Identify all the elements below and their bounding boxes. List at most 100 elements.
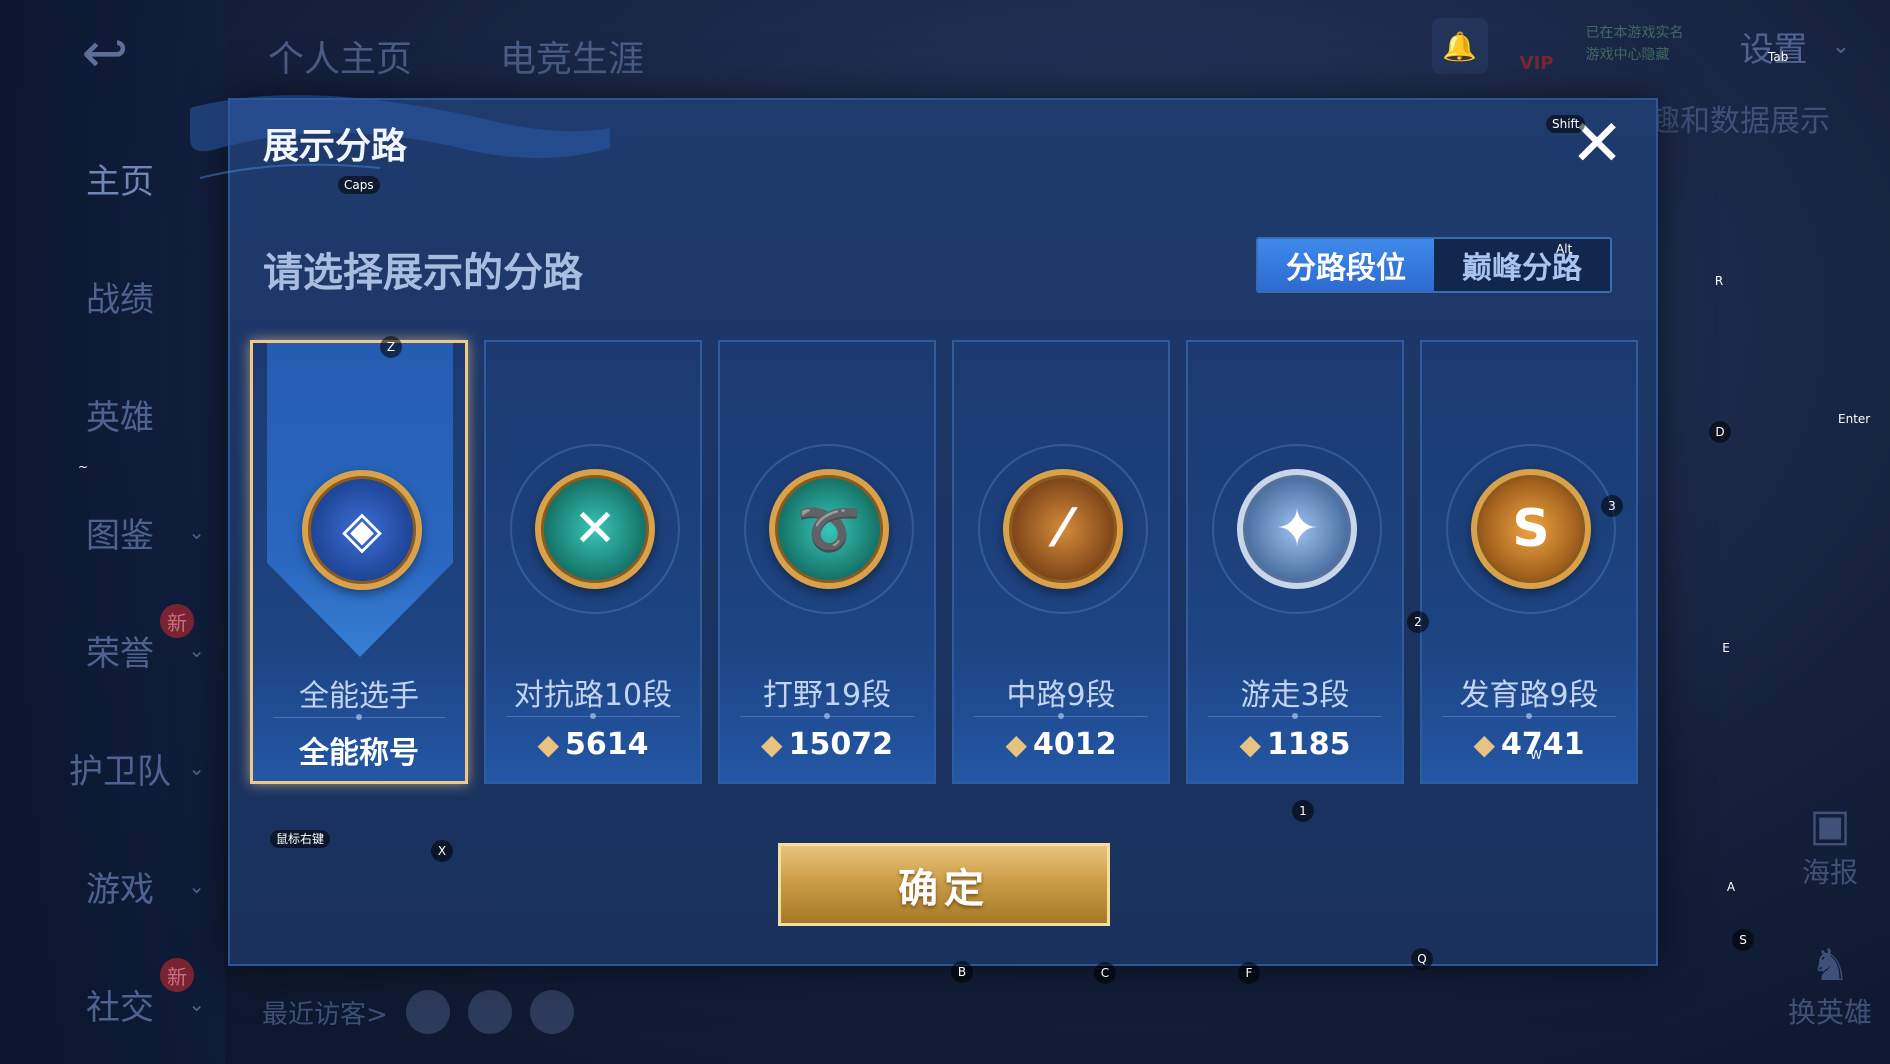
sidebar-item-label: 英雄 [86,397,154,438]
sidebar-item-label: 游戏 [86,869,154,910]
lane-card[interactable]: ⁄ 中路9段 ◆ 4012 [952,340,1170,784]
all-round-emblem-icon: ◈ [302,470,422,590]
rank-points-icon: ◆ [1239,728,1262,761]
segment-peak-lane[interactable]: 巅峰分路 [1434,239,1610,291]
divider [974,713,1148,719]
key-hint-b: B [951,961,973,983]
sidebar-item-label: 社交 [86,987,154,1028]
bell-icon[interactable]: 🔔 [1431,18,1488,74]
vip-icon[interactable]: VIP [1512,18,1562,74]
account-status: 已在本游戏实名 游戏中心隐藏 [1586,18,1716,74]
status-line-1: 已在本游戏实名 [1585,25,1684,41]
key-hint-w: W [1530,748,1542,762]
lane-card[interactable]: ◈ 全能选手全能称号 [250,340,468,784]
key-hint-caps: Caps [338,176,380,194]
chevron-down-icon: ⌄ [188,638,205,662]
divider [740,713,914,719]
lane-card-label: 全能选手 [299,679,419,714]
lane-card-value: ◆ 4012 [954,727,1168,762]
confirm-button[interactable]: 确定 [778,843,1110,926]
mid-lane-emblem-icon: ⁄ [1003,469,1123,589]
poster-label: 海报 [1801,856,1858,889]
key-hint-2: 2 [1407,611,1429,633]
lane-card-label: 中路9段 [1006,678,1116,713]
lane-card[interactable]: S 发育路9段 ◆ 4741 [1420,340,1638,784]
lane-card-value-text: 15072 [788,727,893,762]
poster-icon: ▣ [1809,800,1851,851]
divider [506,713,680,719]
visitor-avatar[interactable] [405,990,450,1034]
back-arrow-icon[interactable]: ↩ [55,26,155,82]
chevron-down-icon: ⌄ [188,520,205,544]
status-line-2: 游戏中心隐藏 [1585,47,1670,63]
lane-card-value-text: 4012 [1033,727,1117,762]
divider [1208,713,1382,719]
chevron-down-icon[interactable]: ⌄ [1832,34,1850,59]
swap-hero-label: 换英雄 [1787,996,1872,1029]
visitor-avatar[interactable] [467,990,512,1034]
divider [273,714,445,720]
roam-wings-emblem-icon: ✦ [1237,469,1357,589]
sidebar-item-label: 荣誉 [86,633,154,674]
key-hint-z: Z [380,336,402,358]
segment-lane-rank[interactable]: 分路段位 [1258,239,1434,291]
sidebar-item-label: 图鉴 [86,515,154,556]
new-badge: 新 [160,958,194,992]
lane-card-label: 游走3段 [1240,678,1350,713]
sidebar-item[interactable]: 社交 ⌄ 新 [30,958,210,1032]
tab-esports-career[interactable]: 电竞生涯 [500,30,644,82]
lane-card[interactable]: ✕ 对抗路10段 ◆ 5614 [484,340,702,784]
sidebar-item[interactable]: 护卫队 ⌄ [30,740,210,796]
rank-points-icon: ◆ [1473,728,1496,761]
lane-card-label: 发育路9段 [1459,678,1599,713]
lane-card-value-text: 5614 [565,727,649,762]
lane-card-label: 对抗路10段 [513,678,673,713]
divider [1442,713,1616,719]
key-hint-d: D [1709,421,1731,443]
key-hint-tilde: ~ [78,460,89,474]
dialog-subtitle: 请选择展示的分路 [263,250,583,296]
chevron-down-icon: ⌄ [188,756,205,780]
new-badge: 新 [160,604,194,638]
key-hint-3: 3 [1601,495,1623,517]
key-hint-alt: Alt [1556,242,1573,256]
lane-card[interactable]: ➰ 打野19段 ◆ 15072 [718,340,936,784]
sidebar-item[interactable]: 游戏 ⌄ [30,858,210,914]
key-hint-shift: Shift [1546,115,1586,133]
rank-points-icon: ◆ [1005,728,1028,761]
swap-hero-icon: ♞ [1810,940,1850,991]
recent-visitors-label[interactable]: 最近访客> [262,994,388,1031]
key-hint-a: A [1726,880,1736,894]
sidebar-item[interactable]: 荣誉 ⌄ 新 [30,604,210,678]
poster-button[interactable]: ▣ 海报 [1790,800,1870,891]
lane-card-value-text: 1185 [1267,727,1351,762]
recent-visitors[interactable]: 最近访客> [262,990,574,1034]
lane-card[interactable]: ✦ 游走3段 ◆ 1185 [1186,340,1404,784]
rank-points-icon: ◆ [761,728,783,761]
lane-card-value: 全能称号 [253,728,465,772]
sidebar-item-label: 战绩 [86,279,154,320]
chevron-down-icon: ⌄ [188,992,205,1016]
jungle-dragon-emblem-icon: ➰ [769,469,889,589]
swap-hero-button[interactable]: ♞ 换英雄 [1780,940,1880,1031]
lane-card-value: ◆ 5614 [486,727,700,762]
lane-card-label: 打野19段 [762,678,892,713]
dialog-title: 展示分路 [263,126,408,167]
visitor-avatar[interactable] [529,990,574,1034]
farm-lane-emblem-icon: S [1471,469,1591,589]
key-hint-mouse-right: 鼠标右键 [270,830,331,848]
sidebar-item-label: 护卫队 [69,751,171,792]
key-hint-c: C [1094,962,1116,984]
key-hint-e: E [1722,641,1730,655]
sidebar-item[interactable]: 英雄 [30,386,210,442]
sidebar-item[interactable]: 战绩 [30,268,210,324]
key-hint-1: 1 [1292,800,1314,822]
key-hint-f: F [1238,962,1260,984]
key-hint-enter: Enter [1838,412,1871,426]
key-hint-q: Q [1411,948,1433,970]
lane-card-value-text: 全能称号 [299,736,419,771]
background-panel-title: 趣和数据展示 [1650,104,1830,139]
lane-card-value: ◆ 15072 [720,727,934,762]
sidebar-item[interactable]: 图鉴 ⌄ [30,504,210,560]
tab-personal-home[interactable]: 个人主页 [268,30,412,82]
